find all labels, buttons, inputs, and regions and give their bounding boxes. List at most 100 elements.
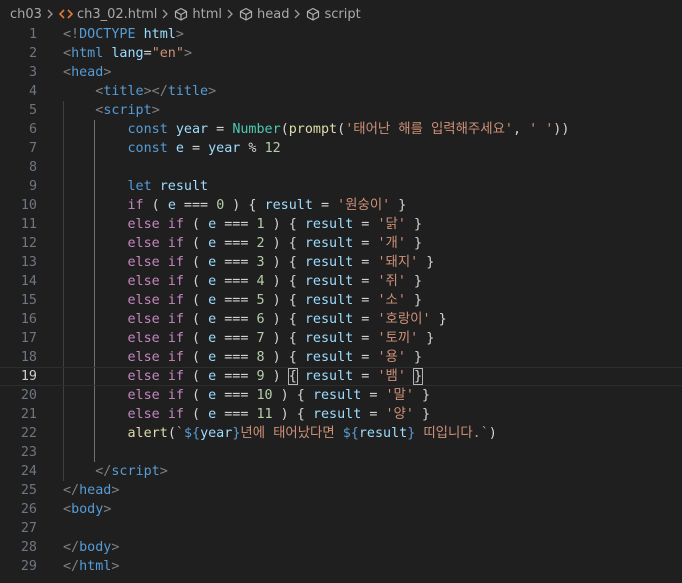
code-line[interactable]: 1 <!DOCTYPE html> xyxy=(0,25,682,44)
code-token: ( xyxy=(183,293,209,308)
code-token: } xyxy=(405,293,423,308)
code-token: = xyxy=(353,274,378,289)
code-token: === xyxy=(216,274,257,289)
code-line[interactable]: 28 </body> xyxy=(0,538,682,557)
code-token: '원숭이' xyxy=(337,198,391,213)
chevron-right-icon xyxy=(157,9,173,19)
code-line[interactable]: 13 else if ( e === 3 ) { result = '돼지' } xyxy=(0,253,682,272)
line-number: 6 xyxy=(28,122,37,137)
code-token: lang xyxy=(111,46,144,61)
code-token: > xyxy=(111,559,120,574)
code-line[interactable]: 19 else if ( e === 9 ) { result = '뱀' } xyxy=(0,367,682,386)
breadcrumb-folder[interactable]: ch03 xyxy=(10,7,42,22)
breadcrumb-symbol-head[interactable]: head xyxy=(238,6,289,22)
code-token: if xyxy=(167,217,184,232)
code-token: '뱀' xyxy=(377,369,406,384)
code-token: e xyxy=(208,312,217,327)
code-token: 1 xyxy=(256,217,265,232)
code-line[interactable]: 8 xyxy=(0,158,682,177)
code-token: e xyxy=(208,388,217,403)
code-token: '태어난 해를 입력해주세요' xyxy=(345,122,513,137)
code-line[interactable]: 18 else if ( e === 8 ) { result = '용' } xyxy=(0,348,682,367)
breadcrumb-symbol-html[interactable]: html xyxy=(173,6,222,22)
code-line[interactable]: 11 else if ( e === 1 ) { result = '닭' } xyxy=(0,215,682,234)
code-line[interactable]: 23 xyxy=(0,443,682,462)
code-token: e xyxy=(208,293,217,308)
code-line[interactable]: 3 <head> xyxy=(0,63,682,82)
code-line[interactable]: 10 if ( e === 0 ) { result = '원숭이' } xyxy=(0,196,682,215)
code-line[interactable]: 2 <html lang="en"> xyxy=(0,44,682,63)
code-token: ></ xyxy=(143,84,168,99)
code-token: result xyxy=(159,179,209,194)
code-text: else if ( e === 1 ) { result = '닭' } xyxy=(63,215,423,234)
code-line[interactable]: 27 xyxy=(0,519,682,538)
code-line[interactable]: 9 let result xyxy=(0,177,682,196)
code-text: else if ( e === 6 ) { result = '호랑이' } xyxy=(63,310,447,329)
code-token: === xyxy=(216,407,257,422)
code-line[interactable]: 24 </script> xyxy=(0,462,682,481)
code-text: else if ( e === 2 ) { result = '개' } xyxy=(63,234,423,253)
code-line[interactable]: 5 <script> xyxy=(0,101,682,120)
code-token: 7 xyxy=(256,331,265,346)
code-token: html xyxy=(143,27,176,42)
code-token: > xyxy=(111,540,120,555)
symbol-element-icon xyxy=(173,6,189,22)
code-token: result xyxy=(358,426,408,441)
code-token: } xyxy=(390,198,407,213)
code-token: = xyxy=(353,331,378,346)
code-token: </ xyxy=(63,559,80,574)
line-number: 11 xyxy=(20,217,37,232)
code-token: script xyxy=(111,464,160,479)
code-token: < xyxy=(63,46,72,61)
code-token: } xyxy=(405,274,423,289)
code-line[interactable]: 21 else if ( e === 11 ) { result = '양' } xyxy=(0,405,682,424)
code-token: year xyxy=(208,141,241,156)
code-token: > xyxy=(111,483,120,498)
code-token: > xyxy=(183,46,192,61)
code-line[interactable]: 29 </html> xyxy=(0,557,682,576)
code-token: script xyxy=(103,103,152,118)
code-line[interactable]: 26 <body> xyxy=(0,500,682,519)
code-token: if xyxy=(167,255,184,270)
code-line[interactable]: 14 else if ( e === 4 ) { result = '쥐' } xyxy=(0,272,682,291)
code-token: 8 xyxy=(256,350,265,365)
code-line[interactable]: 17 else if ( e === 7 ) { result = '토끼' } xyxy=(0,329,682,348)
code-token: = xyxy=(353,312,378,327)
code-line[interactable]: 22 alert(`${year}년에 태어났다면 ${result} 띠입니다… xyxy=(0,424,682,443)
code-token: body xyxy=(79,540,112,555)
code-token: prompt xyxy=(288,122,338,137)
code-token: 9 xyxy=(256,369,265,384)
code-line[interactable]: 6 const year = Number(prompt('태어난 해를 입력해… xyxy=(0,120,682,139)
code-token: } xyxy=(430,312,447,327)
code-token: '쥐' xyxy=(377,274,406,289)
code-token: if xyxy=(167,312,184,327)
code-line[interactable]: 7 const e = year % 12 xyxy=(0,139,682,158)
code-line[interactable]: 20 else if ( e === 10 ) { result = '말' } xyxy=(0,386,682,405)
breadcrumb-symbol-script[interactable]: script xyxy=(305,6,361,22)
code-line[interactable]: 4 <title></title> xyxy=(0,82,682,101)
breadcrumb-file[interactable]: ch3_02.html xyxy=(58,6,157,22)
code-token: const xyxy=(127,122,168,137)
code-line[interactable]: 25 </head> xyxy=(0,481,682,500)
code-token: </ xyxy=(95,464,112,479)
code-token: html xyxy=(79,559,112,574)
code-text: if ( e === 0 ) { result = '원숭이' } xyxy=(63,196,407,215)
code-token: 12 xyxy=(264,141,281,156)
line-number: 23 xyxy=(20,445,37,460)
code-line[interactable]: 15 else if ( e === 5 ) { result = '소' } xyxy=(0,291,682,310)
code-token: ( xyxy=(183,217,209,232)
code-editor[interactable]: 1 <!DOCTYPE html> 2 <html lang="en"> 3 <head>… xyxy=(0,25,682,583)
line-number: 12 xyxy=(20,236,37,251)
code-line[interactable]: 12 else if ( e === 2 ) { result = '개' } xyxy=(0,234,682,253)
code-line[interactable]: 16 else if ( e === 6 ) { result = '호랑이' … xyxy=(0,310,682,329)
code-token: title xyxy=(167,84,209,99)
